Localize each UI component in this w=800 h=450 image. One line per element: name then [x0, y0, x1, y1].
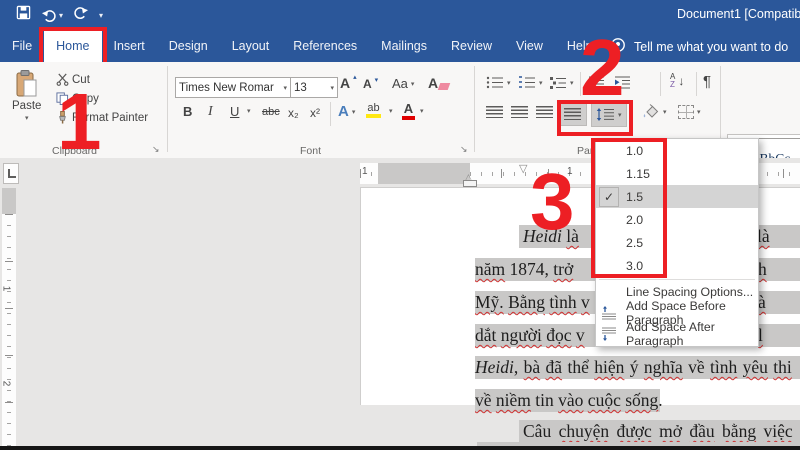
- eraser-icon: [438, 83, 451, 90]
- borders-grid-icon: [678, 105, 694, 119]
- vruler-number-2: 2: [0, 381, 11, 387]
- tab-review[interactable]: Review: [439, 30, 504, 62]
- subscript-button[interactable]: x₂: [288, 106, 299, 120]
- shrink-font-button[interactable]: A▾: [363, 77, 378, 91]
- sort-button[interactable]: AZ ↓: [670, 73, 684, 89]
- borders-button[interactable]: ▾: [678, 105, 701, 119]
- font-size-combo[interactable]: 13▾: [290, 77, 338, 98]
- highlight-color-button[interactable]: ab: [366, 102, 381, 118]
- tab-selector[interactable]: [3, 163, 19, 184]
- underline-button[interactable]: U: [230, 104, 239, 119]
- menu-separator: [599, 279, 755, 280]
- shading-bucket-icon: [641, 104, 660, 119]
- highlight-yellow-swatch: [366, 114, 381, 118]
- hruler-number-left: 1: [362, 166, 368, 177]
- tab-home[interactable]: Home: [44, 30, 101, 62]
- window-title: Document1 [Compatibl: [677, 7, 800, 21]
- tell-me-label[interactable]: Tell me what you want to do: [634, 40, 788, 54]
- font-color-button[interactable]: A: [402, 101, 415, 120]
- show-hide-pilcrow-button[interactable]: ¶: [703, 73, 711, 90]
- menu-item-add-space-after[interactable]: Add Space After Paragraph: [596, 323, 758, 344]
- change-case-button[interactable]: Aa▾: [392, 76, 414, 91]
- highlight-dropdown-icon[interactable]: ▾: [389, 107, 393, 115]
- align-right-button[interactable]: [536, 106, 553, 118]
- title-bar: ▾ ▾ Document1 [Compatibl: [0, 0, 800, 30]
- annotation-box-spacing-values: [591, 138, 667, 278]
- text-effects-button[interactable]: A▾: [338, 103, 355, 120]
- clear-formatting-button[interactable]: A: [428, 75, 449, 91]
- tab-design[interactable]: Design: [157, 30, 220, 62]
- align-center-icon: [511, 106, 528, 118]
- grow-font-button[interactable]: A▴: [340, 75, 357, 91]
- bullets-button[interactable]: ▾: [486, 76, 511, 89]
- tab-view[interactable]: View: [504, 30, 555, 62]
- annotation-step-1: 1: [57, 82, 102, 162]
- align-right-icon: [536, 106, 553, 118]
- vruler-number-1: 1: [0, 286, 11, 292]
- numbering-icon: [518, 76, 536, 89]
- multilevel-list-button[interactable]: ▾: [549, 76, 574, 89]
- word-window: ▾ ▾ Document1 [Compatibl FileHomeInsertD…: [0, 0, 800, 450]
- vertical-ruler[interactable]: 1 2: [2, 188, 16, 450]
- tell-me-box[interactable]: Tell me what you want to do: [610, 37, 788, 56]
- bullets-icon: [486, 76, 504, 89]
- italic-button[interactable]: I: [208, 104, 213, 120]
- bold-button[interactable]: B: [183, 104, 192, 119]
- quick-access-toolbar: ▾ ▾: [16, 3, 103, 27]
- left-indent-box-marker[interactable]: [463, 180, 477, 187]
- sort-arrow: ↓: [678, 74, 684, 88]
- tab-mailings[interactable]: Mailings: [369, 30, 439, 62]
- tab-references[interactable]: References: [281, 30, 369, 62]
- superscript-button[interactable]: x²: [310, 106, 320, 120]
- tab-stop-icon: [8, 169, 16, 178]
- redo-icon[interactable]: [73, 5, 89, 25]
- paste-clipboard-icon: [15, 70, 39, 98]
- align-left-button[interactable]: [486, 106, 503, 118]
- paste-button[interactable]: Paste ▾: [12, 70, 41, 122]
- font-name-combo[interactable]: Times New Romar▾: [175, 77, 291, 98]
- numbering-button[interactable]: ▾: [518, 76, 543, 89]
- add-space-after-icon: [601, 327, 617, 341]
- undo-dropdown-icon[interactable]: ▾: [59, 11, 63, 20]
- align-center-button[interactable]: [511, 106, 528, 118]
- tab-insert[interactable]: Insert: [102, 30, 157, 62]
- shading-button[interactable]: ▾: [641, 104, 667, 119]
- multilevel-list-icon: [549, 76, 567, 89]
- font-dialog-launcher-icon[interactable]: ↘: [458, 144, 470, 155]
- save-icon[interactable]: [16, 5, 31, 25]
- font-color-red-swatch: [402, 116, 415, 120]
- window-bottom-edge: [0, 446, 800, 450]
- underline-dropdown-icon[interactable]: ▾: [247, 107, 251, 115]
- tab-file[interactable]: File: [0, 30, 44, 62]
- font-color-dropdown-icon[interactable]: ▾: [420, 107, 424, 115]
- first-line-indent-marker[interactable]: ▽: [519, 162, 527, 175]
- strikethrough-button[interactable]: abc: [262, 106, 280, 118]
- align-left-icon: [486, 106, 503, 118]
- qat-customize-icon[interactable]: ▾: [99, 11, 103, 20]
- clipboard-dialog-launcher-icon[interactable]: ↘: [150, 144, 162, 155]
- add-space-before-icon: [601, 306, 617, 320]
- undo-icon[interactable]: ▾: [41, 8, 63, 23]
- paste-dropdown-icon[interactable]: ▾: [25, 114, 29, 122]
- annotation-step-2: 2: [580, 28, 625, 108]
- tab-layout[interactable]: Layout: [220, 30, 282, 62]
- font-group-label: Font: [300, 145, 321, 157]
- annotation-box-home-tab: [39, 27, 106, 66]
- annotation-step-3: 3: [530, 162, 575, 242]
